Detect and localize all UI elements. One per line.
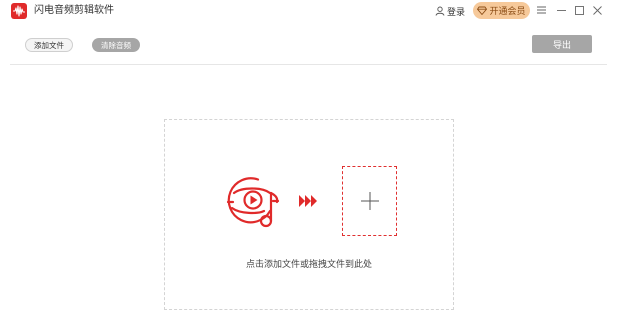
menu-icon — [536, 6, 546, 14]
title-bar: 闪电音频剪辑软件 登录 开通会员 — [0, 0, 617, 22]
file-drop-zone[interactable] — [164, 119, 454, 310]
menu-button[interactable] — [534, 3, 548, 17]
vip-label: 开通会员 — [489, 7, 526, 17]
drop-hint-text: 点击添加文件或拖拽文件到此处 — [245, 260, 372, 270]
vip-button[interactable]: 开通会员 — [473, 2, 530, 19]
music-disc-icon — [226, 177, 280, 228]
maximize-button[interactable] — [572, 3, 586, 17]
toolbar: 添加文件 清除音频 导出 — [0, 28, 617, 62]
plus-icon — [360, 192, 379, 210]
add-file-button[interactable]: 添加文件 — [25, 38, 73, 52]
close-button[interactable] — [590, 3, 604, 17]
minimize-button[interactable] — [554, 3, 568, 17]
maximize-icon — [574, 5, 584, 15]
close-icon — [592, 5, 602, 15]
add-file-box[interactable] — [342, 166, 397, 236]
login-button[interactable]: 登录 — [435, 3, 465, 19]
toolbar-divider — [10, 64, 607, 65]
export-button[interactable]: 导出 — [532, 35, 592, 53]
user-icon — [435, 6, 445, 16]
waveform-logo-icon — [11, 3, 27, 19]
triple-arrow-icon — [299, 195, 317, 207]
minimize-icon — [556, 10, 566, 11]
app-title: 闪电音频剪辑软件 — [34, 5, 114, 16]
diamond-icon — [477, 6, 488, 15]
clear-audio-button[interactable]: 清除音频 — [92, 38, 140, 52]
login-label: 登录 — [447, 7, 466, 18]
